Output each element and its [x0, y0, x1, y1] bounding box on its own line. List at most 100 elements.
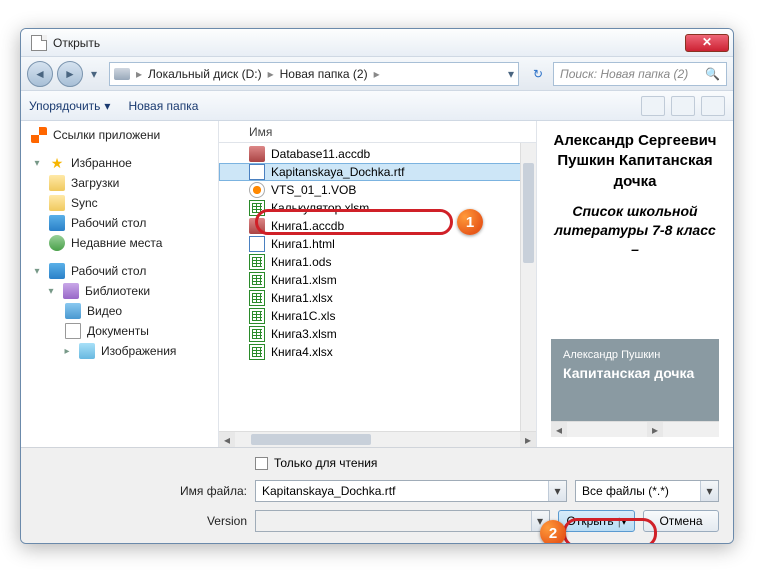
window-title: Открыть — [53, 36, 685, 50]
chevron-down-icon: ▾ — [31, 266, 43, 277]
new-folder-button[interactable]: Новая папка — [128, 99, 198, 113]
help-button[interactable] — [701, 96, 725, 116]
readonly-checkbox[interactable] — [255, 457, 268, 470]
file-name: Книга1.ods — [271, 255, 331, 269]
toolbar: Упорядочить ▾ Новая папка — [21, 91, 733, 121]
breadcrumb[interactable]: Новая папка (2) — [280, 67, 368, 81]
sidebar-item-pictures[interactable]: ▸Изображения — [21, 341, 218, 361]
file-row[interactable]: Книга1C.xls — [219, 307, 536, 325]
file-row[interactable]: Калькулятор.xlsm — [219, 199, 536, 217]
close-button[interactable]: ✕ — [685, 34, 729, 52]
column-header-name[interactable]: Имя — [219, 121, 536, 143]
horizontal-scrollbar[interactable]: ◂▸ — [219, 431, 536, 447]
vlc-icon — [31, 127, 47, 143]
sidebar-item-documents[interactable]: Документы — [21, 321, 218, 341]
file-name: Kapitanskaya_Dochka.rtf — [271, 165, 404, 179]
rtf-file-icon — [249, 164, 265, 180]
file-row[interactable]: Книга4.xlsx — [219, 343, 536, 361]
desktop-icon — [49, 215, 65, 231]
preview-scrollbar[interactable]: ◂▸ — [551, 421, 719, 437]
file-row[interactable]: Книга1.xlsm — [219, 271, 536, 289]
file-row[interactable]: VTS_01_1.VOB — [219, 181, 536, 199]
sidebar-section-desktop[interactable]: ▾Рабочий стол — [21, 261, 218, 281]
sidebar-item-desktop[interactable]: Рабочий стол — [21, 213, 218, 233]
open-button[interactable]: Открыть │▾ — [558, 510, 636, 532]
video-icon — [65, 303, 81, 319]
address-bar[interactable]: ▸ Локальный диск (D:) ▸ Новая папка (2) … — [109, 62, 519, 86]
filename-input[interactable]: Kapitanskaya_Dochka.rtf▾ — [255, 480, 567, 502]
nav-bar: ◄ ► ▾ ▸ Локальный диск (D:) ▸ Новая папк… — [21, 57, 733, 91]
document-icon — [65, 323, 81, 339]
titlebar: Открыть ✕ — [21, 29, 733, 57]
file-name: Книга4.xlsx — [271, 345, 333, 359]
drive-icon — [114, 68, 130, 80]
xls-file-icon — [249, 272, 265, 288]
preview-cover: Александр Пушкин Капитанская дочка — [551, 339, 719, 421]
cancel-button[interactable]: Отмена — [643, 510, 719, 532]
xls-file-icon — [249, 254, 265, 270]
file-row[interactable]: Книга1.html — [219, 235, 536, 253]
chevron-right-icon: ▸ — [61, 346, 73, 357]
file-row[interactable]: Книга1.xlsx — [219, 289, 536, 307]
file-row[interactable]: Database11.accdb — [219, 145, 536, 163]
chevron-right-icon: ▸ — [268, 67, 274, 81]
open-file-dialog: Открыть ✕ ◄ ► ▾ ▸ Локальный диск (D:) ▸ … — [20, 28, 734, 544]
sidebar-section-app-links[interactable]: Ссылки приложени — [21, 125, 218, 145]
filetype-select[interactable]: Все файлы (*.*)▾ — [575, 480, 719, 502]
preview-cover-author: Александр Пушкин — [563, 349, 707, 361]
breadcrumb[interactable]: Локальный диск (D:) — [148, 67, 262, 81]
sidebar-section-favorites[interactable]: ▾★Избранное — [21, 153, 218, 173]
file-row[interactable]: Книга1.accdb — [219, 217, 536, 235]
back-button[interactable]: ◄ — [27, 61, 53, 87]
sidebar-item-downloads[interactable]: Загрузки — [21, 173, 218, 193]
folder-icon — [49, 175, 65, 191]
preview-pane: Александр Сергеевич Пушкин Капитанская д… — [537, 121, 733, 447]
xls-file-icon — [249, 308, 265, 324]
sidebar-item-recent[interactable]: Недавние места — [21, 233, 218, 253]
libraries-icon — [63, 283, 79, 299]
sidebar: Ссылки приложени ▾★Избранное Загрузки Sy… — [21, 121, 219, 447]
search-input[interactable]: Поиск: Новая папка (2) 🔍 — [553, 62, 727, 86]
star-icon: ★ — [49, 155, 65, 171]
file-row[interactable]: Книга1.ods — [219, 253, 536, 271]
view-mode-button[interactable] — [641, 96, 665, 116]
filename-label: Имя файла: — [35, 484, 247, 498]
preview-pane-button[interactable] — [671, 96, 695, 116]
chevron-down-icon: ▾ — [45, 286, 57, 297]
file-name: Книга1.accdb — [271, 219, 344, 233]
chevron-down-icon: ▾ — [31, 158, 43, 169]
chevron-down-icon[interactable]: ▾ — [531, 511, 549, 531]
vertical-scrollbar[interactable] — [520, 143, 536, 431]
chevron-down-icon: ▾ — [104, 99, 110, 113]
chevron-down-icon[interactable]: ▾ — [548, 481, 566, 501]
file-name: Калькулятор.xlsm — [271, 201, 369, 215]
chevron-down-icon[interactable]: ▾ — [700, 481, 718, 501]
preview-title: Александр Сергеевич Пушкин Капитанская д… — [551, 131, 719, 192]
history-dropdown[interactable]: ▾ — [87, 64, 101, 84]
file-name: Книга3.xlsm — [271, 327, 337, 341]
file-row[interactable]: Kapitanskaya_Dochka.rtf — [219, 163, 536, 181]
preview-cover-title: Капитанская дочка — [563, 365, 707, 381]
search-icon: 🔍 — [705, 67, 720, 81]
forward-button[interactable]: ► — [57, 61, 83, 87]
dialog-body: Ссылки приложени ▾★Избранное Загрузки Sy… — [21, 121, 733, 447]
sidebar-item-sync[interactable]: Sync — [21, 193, 218, 213]
search-placeholder: Поиск: Новая папка (2) — [560, 67, 688, 81]
sidebar-item-libraries[interactable]: ▾Библиотеки — [21, 281, 218, 301]
file-name: Database11.accdb — [271, 147, 370, 161]
document-icon — [31, 35, 47, 51]
accdb-file-icon — [249, 146, 265, 162]
refresh-button[interactable]: ↻ — [527, 63, 549, 85]
accdb-file-icon — [249, 218, 265, 234]
folder-icon — [49, 195, 65, 211]
sidebar-item-videos[interactable]: Видео — [21, 301, 218, 321]
file-row[interactable]: Книга3.xlsm — [219, 325, 536, 343]
version-select[interactable]: ▾ — [255, 510, 550, 532]
dialog-footer: Только для чтения Имя файла: Kapitanskay… — [21, 447, 733, 543]
vob-file-icon — [249, 182, 265, 198]
xls-file-icon — [249, 200, 265, 216]
recent-places-icon — [49, 235, 65, 251]
organize-button[interactable]: Упорядочить ▾ — [29, 99, 110, 113]
file-name: Книга1.html — [271, 237, 335, 251]
address-dropdown[interactable]: ▾ — [508, 67, 514, 81]
